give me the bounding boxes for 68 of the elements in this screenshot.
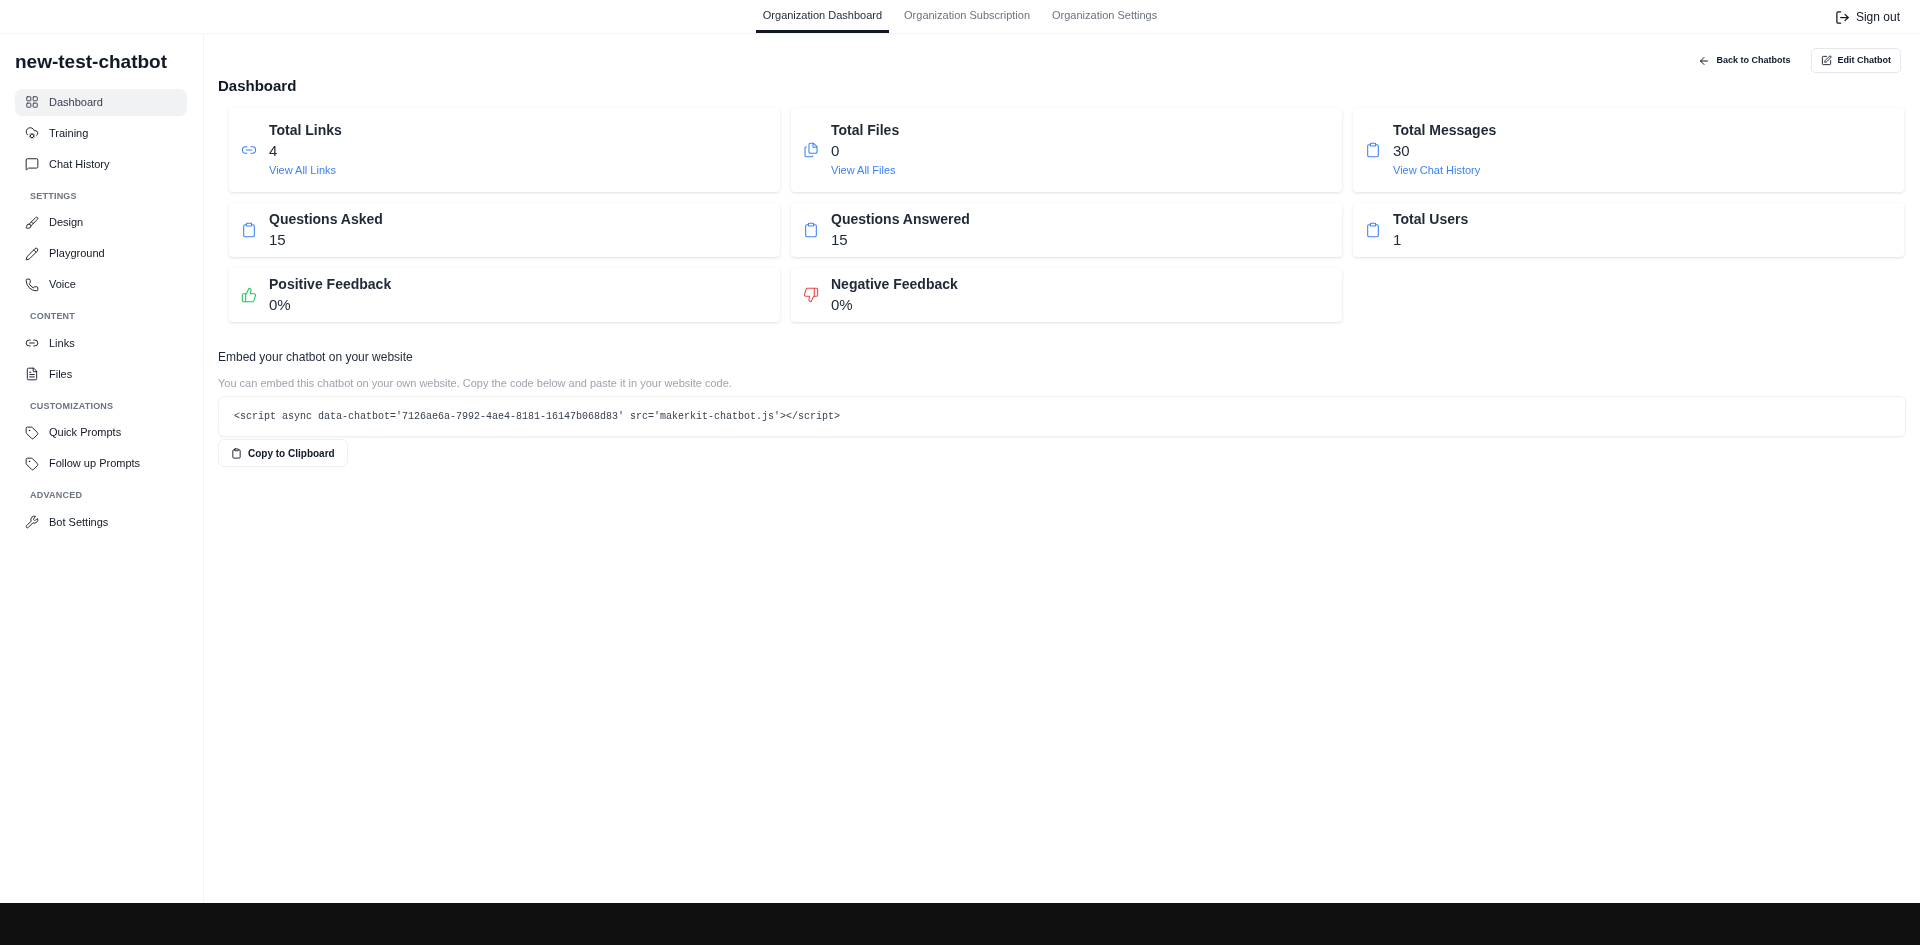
- chatbot-title: new-test-chatbot: [15, 50, 168, 74]
- stat-link[interactable]: View All Links: [269, 162, 342, 179]
- chat-bubble-icon: [25, 157, 39, 171]
- tag-icon: [25, 456, 39, 471]
- sidebar-item[interactable]: Links: [15, 329, 187, 357]
- nav-tab[interactable]: Organization Dashboard: [755, 0, 890, 33]
- sidebar-item[interactable]: Bot Settings: [15, 508, 187, 536]
- nav-tab[interactable]: Organization Subscription: [897, 0, 1037, 33]
- stat-title: Positive Feedback: [269, 275, 392, 294]
- page-title: Dashboard: [218, 76, 298, 96]
- stat-title: Questions Answered: [831, 210, 970, 229]
- section-heading: ADVANCED: [29, 489, 84, 502]
- section-heading: CONTENT: [29, 310, 77, 323]
- edit-icon: [1820, 55, 1832, 66]
- copy-button[interactable]: Copy to Clipboard: [218, 439, 348, 467]
- arrow-left-icon: [1698, 54, 1711, 67]
- stat-title: Total Messages: [1393, 121, 1497, 141]
- sidebar-item[interactable]: Follow up Prompts: [15, 450, 187, 477]
- stat-value: 30: [1393, 141, 1411, 162]
- stat-title: Questions Asked: [269, 210, 383, 229]
- tag-icon: [25, 425, 39, 440]
- stat-title: Negative Feedback: [831, 275, 958, 294]
- clipboard-icon: [803, 221, 819, 238]
- stat-value: 0%: [269, 295, 292, 315]
- sign-out-icon: [1834, 9, 1850, 25]
- sidebar-item[interactable]: Dashboard: [15, 88, 187, 116]
- back-button[interactable]: Back to Chatbots: [1688, 48, 1801, 73]
- sidebar-item[interactable]: Quick Prompts: [15, 419, 187, 446]
- stat-value: 15: [831, 230, 849, 250]
- wrench-icon: [25, 515, 39, 529]
- stat-title: Total Users: [1393, 210, 1469, 229]
- stat-link[interactable]: View All Files: [831, 162, 900, 179]
- stat-value: 0%: [831, 295, 854, 315]
- embed-description: You can embed this chatbot on your own website. Copy the code below and paste it in your website code.: [218, 375, 733, 391]
- grid-icon: [25, 95, 39, 109]
- stat-value: 0: [831, 141, 841, 162]
- sidebar-item[interactable]: Files: [15, 360, 187, 388]
- clipboard-icon: [1365, 221, 1381, 238]
- section-heading: CUSTOMIZATIONS: [29, 399, 115, 413]
- sidebar-item[interactable]: Chat History: [15, 150, 187, 178]
- clipboard-icon: [231, 447, 242, 459]
- embed-heading: Embed your chatbot on your website: [218, 348, 414, 366]
- embed-code: <script async data-chatbot='7126ae6a-7992-4ae4-8181-16147b068d83' src='makerkit-chatbot.js'></script>: [218, 396, 1906, 437]
- edit-button[interactable]: Edit Chatbot: [1810, 48, 1901, 73]
- stat-value: 4: [269, 141, 279, 162]
- thumbs-down-icon: [803, 286, 819, 303]
- sidebar-item[interactable]: Design: [15, 209, 187, 236]
- file-icon: [25, 367, 39, 381]
- stat-link[interactable]: View Chat History: [1393, 162, 1497, 179]
- nav-tab[interactable]: Organization Settings: [1045, 0, 1165, 33]
- stat-title: Total Files: [831, 121, 900, 141]
- files-icon: [803, 141, 819, 158]
- sidebar-item[interactable]: Training: [15, 119, 187, 147]
- sidebar-item[interactable]: Playground: [15, 240, 187, 267]
- clipboard-icon: [241, 221, 257, 238]
- stat-value: 1: [1393, 230, 1403, 250]
- thumbs-up-icon: [241, 286, 257, 303]
- stat-value: 15: [269, 230, 287, 250]
- pencil-icon: [25, 246, 39, 261]
- link-icon: [25, 336, 39, 350]
- phone-icon: [25, 277, 39, 292]
- cloud-gear-icon: [25, 126, 39, 140]
- clipboard-icon: [1365, 141, 1381, 158]
- sign-out-button[interactable]: Sign out: [1834, 8, 1900, 26]
- stat-title: Total Links: [269, 121, 342, 141]
- section-heading: SETTINGS: [29, 189, 78, 203]
- brush-icon: [25, 215, 39, 230]
- sidebar-item[interactable]: Voice: [15, 271, 187, 298]
